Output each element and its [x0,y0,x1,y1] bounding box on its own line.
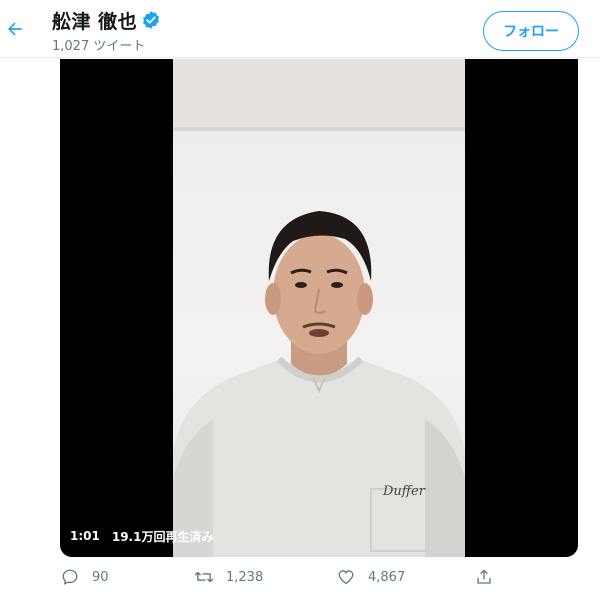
retweet-count: 1,238 [226,569,264,585]
tweet-count: 1,027 ツイート [52,39,146,54]
arrow-left-icon [5,19,25,43]
verified-badge-icon [141,10,161,30]
profile-header: 舩津 徹也 1,027 ツイート フォロー [0,0,600,58]
tweet-actions: 90 1,238 4,867 [0,563,600,591]
reply-button[interactable]: 90 [60,563,109,591]
retweet-icon [194,567,214,587]
like-count: 4,867 [368,569,406,585]
share-icon [474,567,494,587]
video-player[interactable]: Duffer 1:01 19.1万回再生済み [60,59,578,557]
heart-icon [336,567,356,587]
retweet-button[interactable]: 1,238 [194,563,263,591]
reply-count: 90 [92,569,109,585]
video-info-overlay: 1:01 19.1万回再生済み [70,526,225,546]
video-still: Duffer [173,59,465,557]
display-name: 舩津 徹也 [52,10,138,33]
back-button[interactable] [4,20,26,42]
follow-button[interactable]: フォロー [483,11,579,51]
like-button[interactable]: 4,867 [336,563,405,591]
name-row: 舩津 徹也 [52,7,161,33]
video-view-count: 19.1万回再生済み [111,529,214,544]
video-duration: 1:01 [70,529,100,543]
video-frame: Duffer [173,59,465,557]
share-button[interactable] [474,563,506,591]
reply-icon [60,567,80,587]
shirt-logo: Duffer [382,484,426,499]
